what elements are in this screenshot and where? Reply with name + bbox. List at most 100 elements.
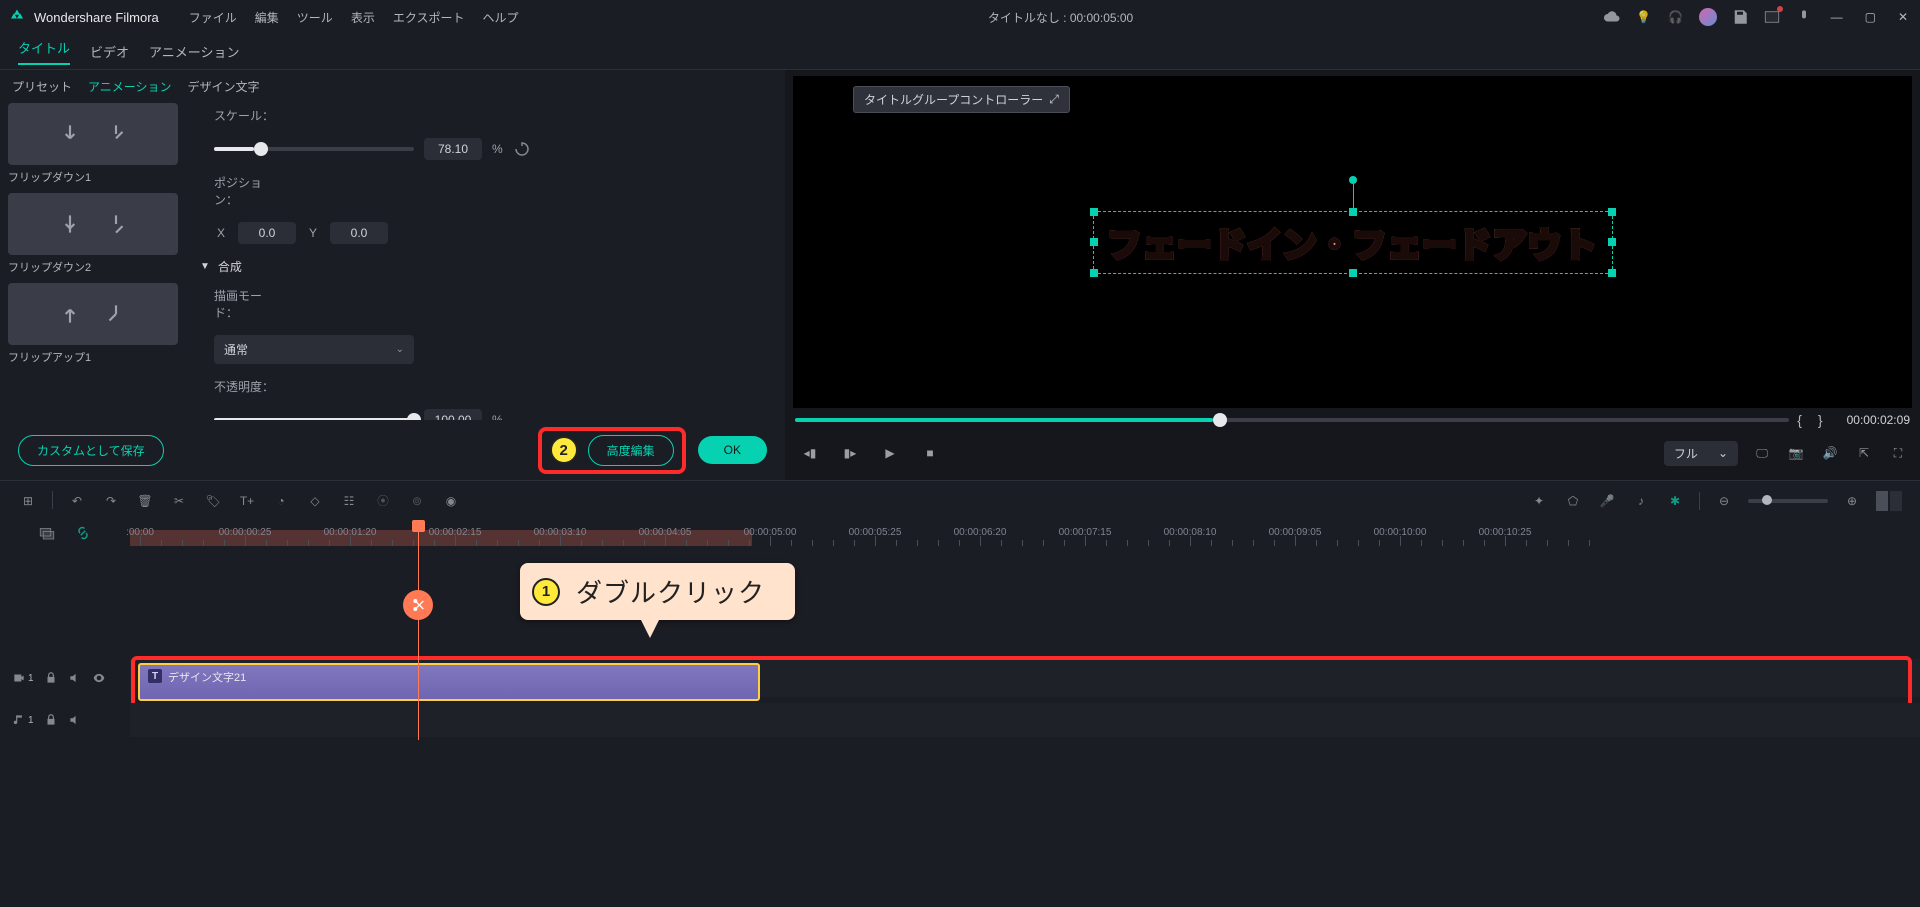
- eye-icon[interactable]: [92, 671, 106, 685]
- resize-handle[interactable]: [1608, 269, 1616, 277]
- tab-video[interactable]: ビデオ: [90, 42, 129, 61]
- rotate-handle[interactable]: [1349, 176, 1357, 184]
- menu-view[interactable]: 表示: [351, 9, 375, 26]
- prev-frame-button[interactable]: ◂▮: [797, 440, 823, 466]
- title-text[interactable]: フェードイン・フェードアウト: [1102, 216, 1604, 269]
- open-icon[interactable]: [1763, 8, 1781, 26]
- y-value[interactable]: 0.0: [330, 222, 388, 244]
- window-minimize-icon[interactable]: —: [1827, 6, 1847, 28]
- export-icon[interactable]: ⇱: [1854, 443, 1874, 463]
- lock-icon[interactable]: [44, 671, 58, 685]
- menu-export[interactable]: エクスポート: [393, 9, 465, 26]
- cut-icon[interactable]: ✂: [169, 491, 189, 511]
- resize-handle[interactable]: [1349, 208, 1357, 216]
- window-maximize-icon[interactable]: ▢: [1861, 6, 1880, 28]
- tl-icon[interactable]: ✦: [1529, 491, 1549, 511]
- mute-icon[interactable]: [68, 713, 82, 727]
- fx-icon[interactable]: ⊚: [407, 491, 427, 511]
- tl-mic-icon[interactable]: 🎤: [1597, 491, 1617, 511]
- monitor-icon[interactable]: 🖵: [1752, 443, 1772, 463]
- subtab-design-text[interactable]: デザイン文字: [188, 78, 260, 95]
- reset-icon[interactable]: [513, 140, 531, 158]
- thumb-flipdown2[interactable]: フリップダウン2: [8, 193, 182, 275]
- snapshot-icon[interactable]: 📷: [1786, 443, 1806, 463]
- scissor-icon[interactable]: [403, 590, 433, 620]
- scale-value[interactable]: 78.10: [424, 138, 482, 160]
- tab-title[interactable]: タイトル: [18, 38, 70, 65]
- redo-icon[interactable]: ↷: [101, 491, 121, 511]
- compose-section[interactable]: ▼合成: [200, 258, 767, 275]
- menu-file[interactable]: ファイル: [189, 9, 237, 26]
- resize-handle[interactable]: [1349, 269, 1357, 277]
- headset-icon[interactable]: 🎧: [1667, 8, 1685, 26]
- title-bounding-box[interactable]: フェードイン・フェードアウト: [1093, 211, 1613, 274]
- speed-icon[interactable]: ◇: [305, 491, 325, 511]
- mode-icon[interactable]: ⊞: [18, 491, 38, 511]
- tl-music-icon[interactable]: ♪: [1631, 491, 1651, 511]
- tl-marker-icon[interactable]: ✱: [1665, 491, 1685, 511]
- time-ruler[interactable]: :00:0000:00:00:2500:00:01:2000:00:02:150…: [130, 520, 1920, 546]
- undo-icon[interactable]: ↶: [67, 491, 87, 511]
- scale-slider[interactable]: [214, 147, 414, 151]
- annotation-text: ダブルクリック: [576, 573, 765, 610]
- subtab-preset[interactable]: プリセット: [12, 78, 72, 95]
- save-preset-button[interactable]: カスタムとして保存: [18, 435, 164, 466]
- view-mode-toggle[interactable]: [1876, 491, 1902, 511]
- resize-handle[interactable]: [1090, 208, 1098, 216]
- adjust-icon[interactable]: ☷: [339, 491, 359, 511]
- resize-handle[interactable]: [1608, 238, 1616, 246]
- ok-button[interactable]: OK: [698, 436, 767, 464]
- tab-animation[interactable]: アニメーション: [149, 42, 239, 61]
- text-add-icon[interactable]: T+: [237, 491, 257, 511]
- title-clip[interactable]: T デザイン文字21: [138, 663, 760, 701]
- menu-tools[interactable]: ツール: [297, 9, 333, 26]
- resize-handle[interactable]: [1608, 208, 1616, 216]
- resize-handle[interactable]: [1090, 238, 1098, 246]
- opacity-label: 不透明度：: [214, 378, 284, 395]
- resize-handle[interactable]: [1090, 269, 1098, 277]
- blend-select[interactable]: 通常⌄: [214, 335, 414, 364]
- lock-icon[interactable]: [44, 713, 58, 727]
- thumb-flipup1[interactable]: フリップアップ1: [8, 283, 182, 365]
- avatar-icon[interactable]: [1699, 8, 1717, 26]
- stop-button[interactable]: ■: [917, 440, 943, 466]
- save-icon[interactable]: [1731, 8, 1749, 26]
- delete-icon[interactable]: 🗑: [135, 491, 155, 511]
- x-value[interactable]: 0.0: [238, 222, 296, 244]
- title-group-controller[interactable]: タイトルグループコントローラー⤢: [853, 86, 1070, 113]
- link-icon[interactable]: [74, 524, 92, 542]
- crop-icon[interactable]: ◔: [271, 491, 291, 511]
- trim-braces[interactable]: {}: [1797, 412, 1838, 428]
- menu-edit[interactable]: 編集: [255, 9, 279, 26]
- fullscreen-icon[interactable]: ⛶: [1888, 443, 1908, 463]
- mic-icon[interactable]: [1795, 8, 1813, 26]
- next-frame-button[interactable]: ▮▸: [837, 440, 863, 466]
- opacity-value[interactable]: 100.00: [424, 409, 482, 420]
- playhead[interactable]: [418, 520, 419, 740]
- subtab-animation[interactable]: アニメーション: [88, 78, 172, 95]
- bulb-icon[interactable]: 💡: [1635, 8, 1653, 26]
- chroma-icon[interactable]: ◉: [441, 491, 461, 511]
- resolution-select[interactable]: フル⌄: [1664, 441, 1738, 466]
- opacity-slider[interactable]: [214, 418, 414, 420]
- scale-label: スケール：: [214, 107, 284, 124]
- preview-stage[interactable]: タイトルグループコントローラー⤢ フェードイン・フェードアウト: [793, 76, 1912, 408]
- color-icon[interactable]: ⦿: [373, 491, 393, 511]
- menu-help[interactable]: ヘルプ: [482, 9, 518, 26]
- zoom-slider[interactable]: [1748, 499, 1828, 503]
- layers-icon[interactable]: [38, 524, 56, 542]
- window-close-icon[interactable]: ✕: [1894, 6, 1912, 28]
- play-button[interactable]: ▶: [877, 440, 903, 466]
- tl-shield-icon[interactable]: ⬠: [1563, 491, 1583, 511]
- cloud-icon[interactable]: [1603, 8, 1621, 26]
- zoom-out-icon[interactable]: ⊖: [1714, 491, 1734, 511]
- thumb-flipdown1[interactable]: フリップダウン1: [8, 103, 182, 185]
- advanced-edit-button[interactable]: 高度編集: [588, 435, 674, 466]
- zoom-in-icon[interactable]: ⊕: [1842, 491, 1862, 511]
- volume-icon[interactable]: 🔊: [1820, 443, 1840, 463]
- tag-icon[interactable]: 🏷: [203, 491, 223, 511]
- audio-track-lane[interactable]: [130, 703, 1920, 737]
- mute-icon[interactable]: [68, 671, 82, 685]
- video-track-head: 1: [0, 671, 130, 685]
- seek-slider[interactable]: [795, 418, 1789, 422]
